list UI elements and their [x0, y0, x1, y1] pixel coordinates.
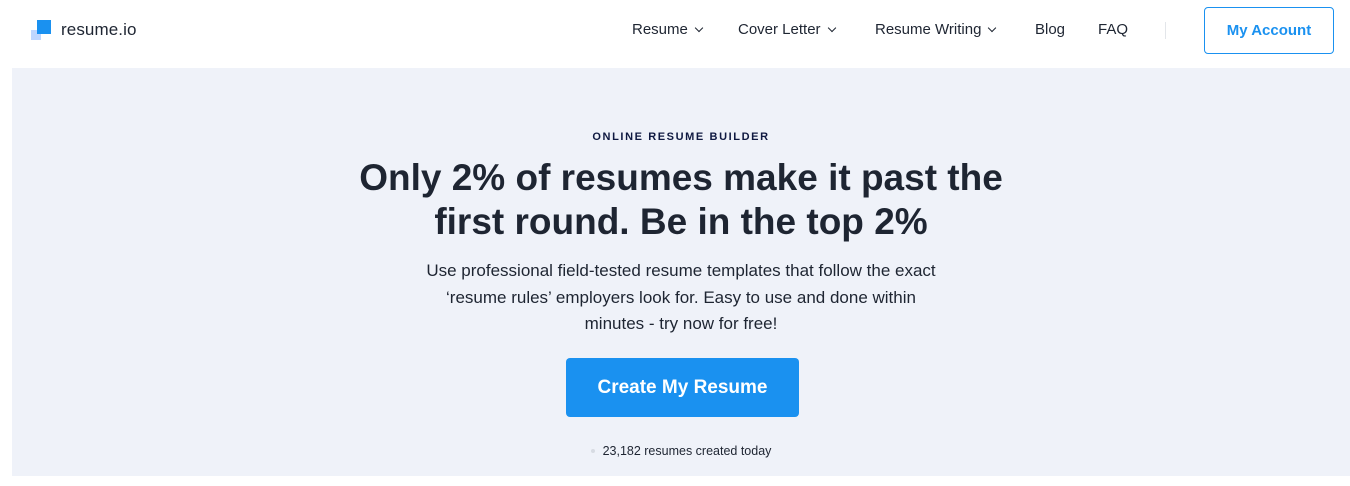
nav-item-blog[interactable]: Blog — [1035, 21, 1065, 38]
nav-item-label: Resume — [632, 21, 688, 38]
hero-description: Use professional field-tested resume tem… — [381, 258, 981, 338]
nav-item-label: FAQ — [1098, 21, 1129, 38]
live-indicator-icon — [590, 449, 595, 453]
chevron-down-icon — [827, 23, 836, 32]
chevron-down-icon — [988, 23, 997, 32]
top-navigation-bar: resume.io Resume Cover Letter Resume Wri… — [0, 0, 1350, 60]
resumes-created-counter: 23,182 resumes created today — [12, 444, 1350, 458]
resumes-created-text: 23,182 resumes created today — [602, 444, 772, 458]
nav-item-cover-letter[interactable]: Cover Letter — [738, 21, 836, 38]
nav-item-label: Resume Writing — [875, 21, 982, 38]
hero-headline-line: first round. Be in the top 2% — [434, 201, 928, 242]
hero-section: ONLINE RESUME BUILDER Only 2% of resumes… — [12, 68, 1350, 476]
nav-item-resume-writing[interactable]: Resume Writing — [875, 21, 997, 38]
nav-item-label: Cover Letter — [738, 21, 821, 38]
brand-logo[interactable]: resume.io — [31, 20, 137, 40]
hero-headline-line: Only 2% of resumes make it past the — [359, 157, 1003, 198]
my-account-button[interactable]: My Account — [1204, 7, 1334, 54]
brand-name: resume.io — [61, 20, 137, 39]
nav-item-resume[interactable]: Resume — [632, 21, 704, 38]
hero-eyebrow: ONLINE RESUME BUILDER — [592, 131, 770, 143]
hero-description-line: minutes - try now for free! — [584, 314, 778, 333]
nav-item-label: Blog — [1035, 21, 1066, 38]
hero-description-line: Use professional field-tested resume tem… — [426, 261, 936, 280]
hero-description-line: ‘resume rules’ employers look for. Easy … — [446, 287, 916, 307]
nav-divider — [1165, 22, 1166, 39]
nav-item-faq[interactable]: FAQ — [1098, 21, 1128, 38]
chevron-down-icon — [694, 23, 704, 32]
hero-headline: Only 2% of resumes make it past the firs… — [12, 156, 1350, 244]
create-my-resume-button[interactable]: Create My Resume — [566, 358, 799, 417]
resume-io-logo-icon — [31, 20, 51, 40]
